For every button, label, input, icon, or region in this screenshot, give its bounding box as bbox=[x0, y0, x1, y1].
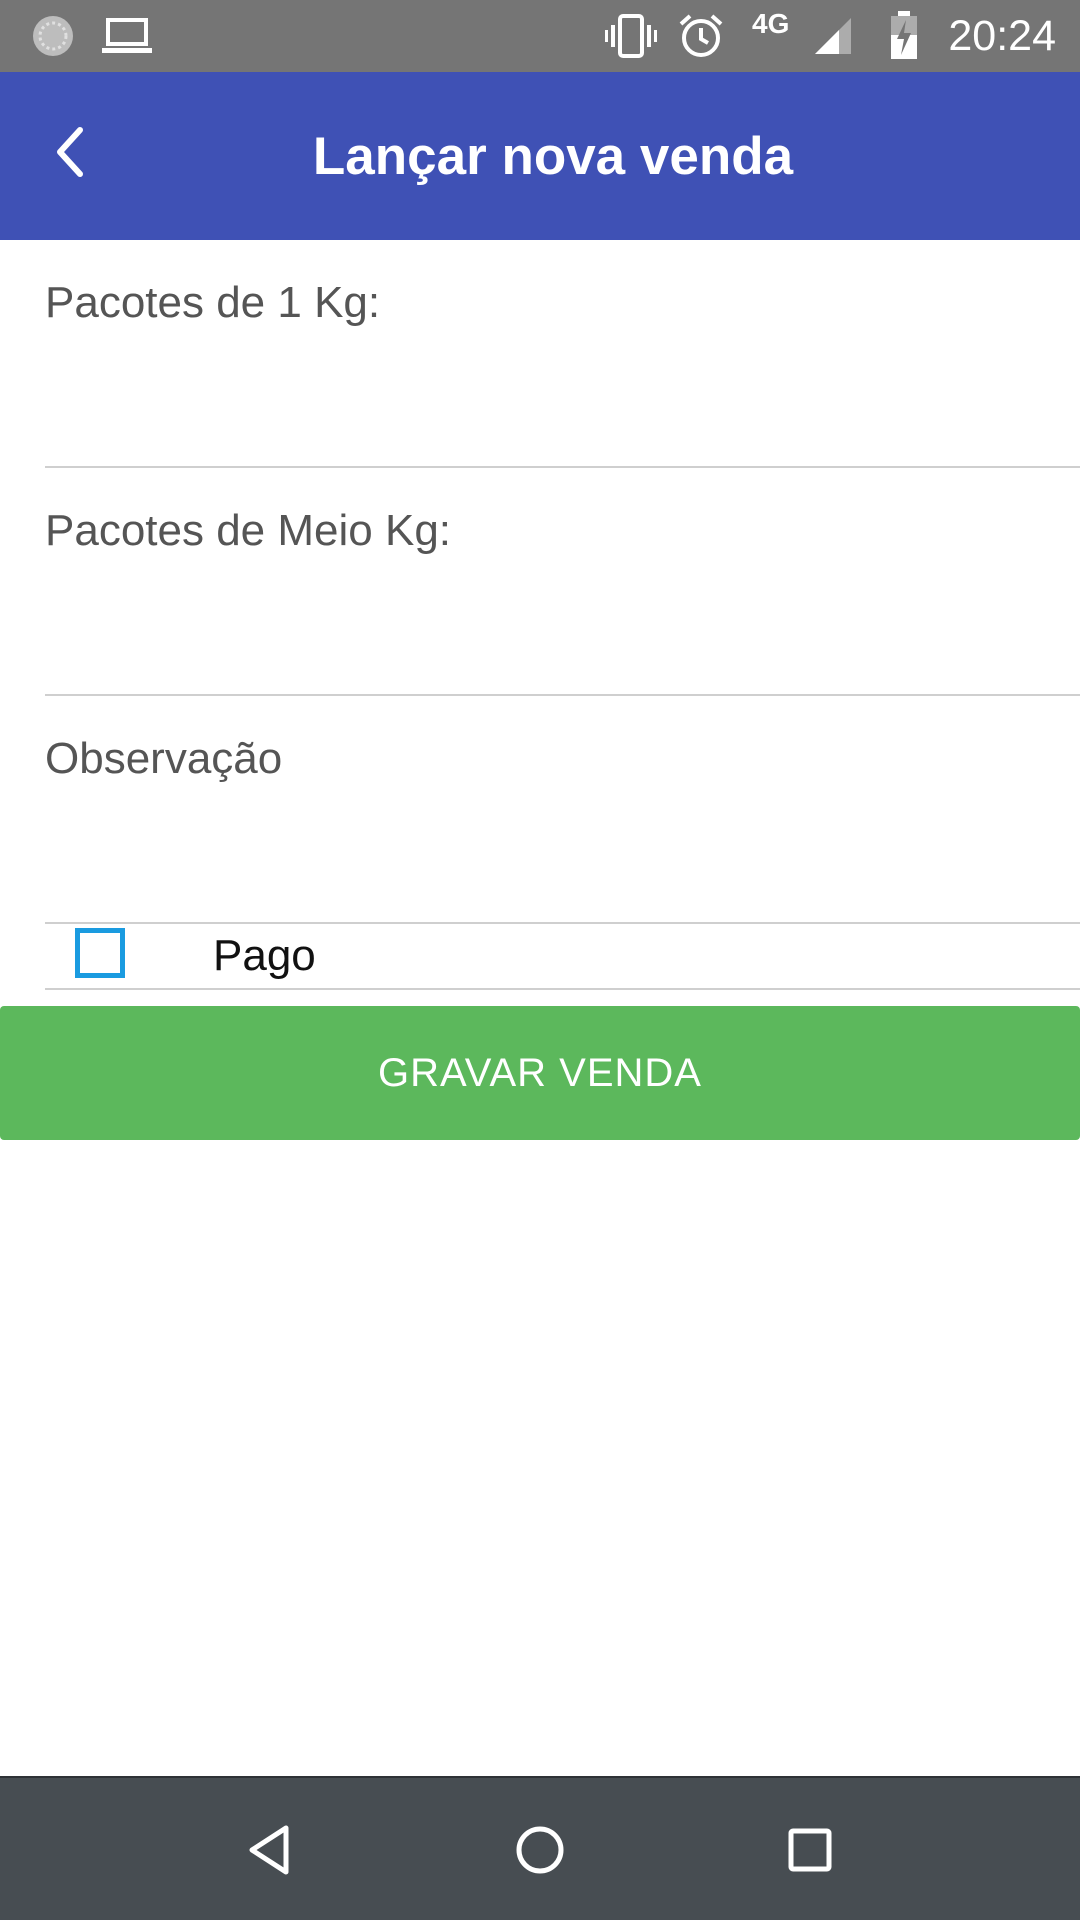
pacotes-meio-kg-input[interactable] bbox=[45, 498, 1080, 564]
nav-back-button[interactable] bbox=[234, 1814, 306, 1886]
pacotes-meio-kg-field-group bbox=[45, 498, 1080, 696]
navigation-bar bbox=[0, 1776, 1080, 1920]
nav-home-button[interactable] bbox=[504, 1814, 576, 1886]
status-bar: 4G 20:24 bbox=[0, 0, 1080, 72]
status-time: 20:24 bbox=[948, 11, 1056, 60]
recents-square-icon bbox=[788, 1828, 832, 1872]
observacao-input[interactable] bbox=[45, 726, 1080, 792]
network-4g-icon: 4G bbox=[752, 8, 790, 39]
pacotes-1kg-input[interactable] bbox=[45, 270, 1080, 336]
pago-underline bbox=[45, 988, 1080, 990]
pago-checkbox-row[interactable]: Pago bbox=[45, 924, 1080, 988]
sync-icon bbox=[30, 0, 76, 72]
app-bar: Lançar nova venda bbox=[0, 72, 1080, 240]
nav-recents-button[interactable] bbox=[774, 1814, 846, 1886]
back-triangle-icon bbox=[249, 1825, 289, 1875]
battery-charging-icon bbox=[886, 0, 922, 72]
pacotes-meio-kg-underline bbox=[45, 694, 1080, 696]
laptop-icon bbox=[100, 0, 154, 72]
vibrate-icon bbox=[604, 0, 658, 72]
home-circle-icon bbox=[516, 1826, 564, 1874]
page-title: Lançar nova venda bbox=[312, 126, 794, 186]
alarm-icon bbox=[676, 0, 726, 72]
pacotes-1kg-field-group bbox=[45, 270, 1080, 468]
signal-icon bbox=[812, 0, 854, 72]
pago-checkbox[interactable] bbox=[75, 928, 125, 978]
gravar-venda-button[interactable]: GRAVAR VENDA bbox=[0, 1006, 1080, 1140]
observacao-field-group bbox=[45, 726, 1080, 924]
pago-label: Pago bbox=[213, 931, 316, 980]
pacotes-1kg-underline bbox=[45, 466, 1080, 468]
